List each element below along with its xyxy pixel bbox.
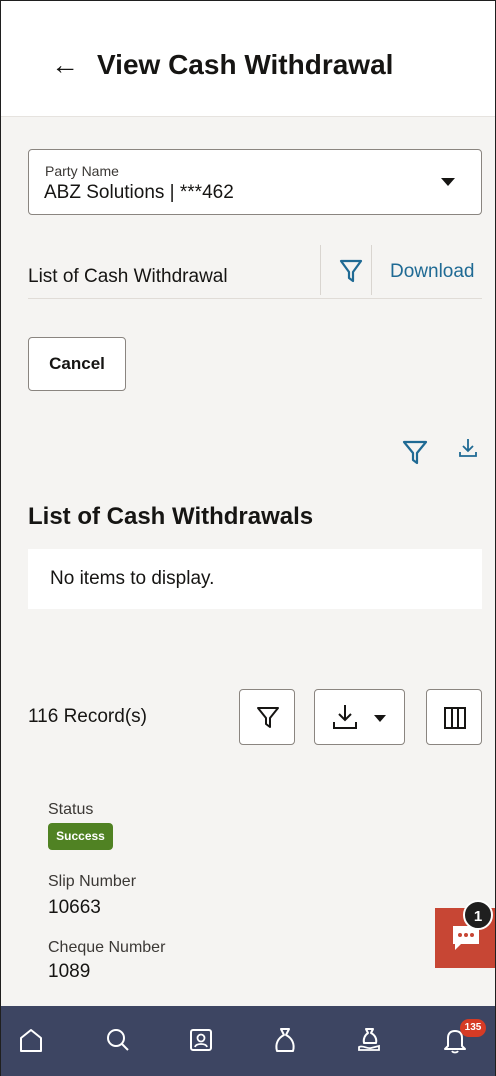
- columns-button[interactable]: [426, 689, 482, 745]
- app-screen: ← View Cash Withdrawal Party Name ABZ So…: [0, 0, 496, 1076]
- download-icon: [333, 705, 357, 729]
- toolbar-divider: [371, 245, 372, 295]
- section-title: List of Cash Withdrawals: [28, 503, 314, 530]
- status-badge: Success: [48, 823, 113, 850]
- filter-icon[interactable]: [401, 438, 429, 466]
- party-name-label: Party Name: [45, 163, 119, 179]
- arrow-left-icon[interactable]: ←: [51, 48, 81, 82]
- party-name-value: ABZ Solutions | ***462: [44, 182, 234, 203]
- home-icon[interactable]: [18, 1026, 44, 1054]
- slip-number-label: Slip Number: [48, 873, 137, 890]
- cancel-button[interactable]: Cancel: [28, 337, 126, 391]
- empty-state-text: No items to display.: [50, 568, 215, 589]
- slip-number-value: 10663: [48, 897, 101, 918]
- download-link[interactable]: Download: [390, 261, 475, 283]
- notification-badge: 135: [460, 1019, 486, 1037]
- chat-count-badge: 1: [463, 900, 493, 930]
- cheque-number-label: Cheque Number: [48, 939, 166, 956]
- divider: [28, 298, 482, 299]
- records-count: 116 Record(s): [28, 706, 147, 727]
- toolbar-divider: [320, 245, 321, 295]
- download-menu-button[interactable]: [314, 689, 405, 745]
- columns-icon: [444, 707, 466, 729]
- status-label: Status: [48, 801, 94, 818]
- download-icon[interactable]: [458, 437, 478, 459]
- bottom-nav: 135: [1, 1006, 495, 1076]
- cheque-number-value: 1089: [48, 961, 91, 982]
- filter-icon[interactable]: [339, 258, 363, 284]
- id-card-icon[interactable]: [188, 1026, 214, 1054]
- chevron-down-icon: [441, 178, 455, 186]
- list-label: List of Cash Withdrawal: [28, 266, 228, 287]
- empty-state: No items to display.: [28, 549, 482, 609]
- search-icon[interactable]: [105, 1026, 131, 1054]
- page-header: ← View Cash Withdrawal: [1, 1, 495, 117]
- chevron-down-icon: [374, 715, 386, 722]
- hand-bag-icon[interactable]: [356, 1026, 382, 1054]
- bag-icon[interactable]: [272, 1026, 298, 1054]
- filter-icon: [257, 707, 279, 728]
- filter-button[interactable]: [239, 689, 295, 745]
- party-name-select[interactable]: Party Name ABZ Solutions | ***462: [28, 149, 482, 215]
- page-title: View Cash Withdrawal: [97, 49, 394, 80]
